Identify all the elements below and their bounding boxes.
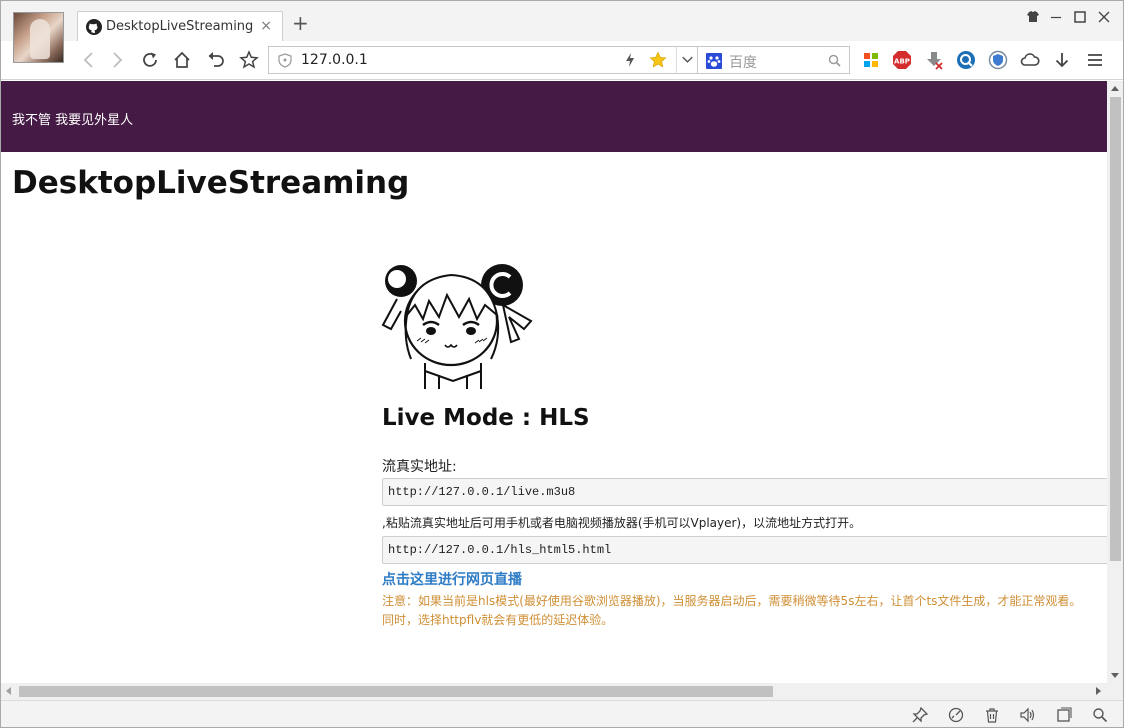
back-icon[interactable] [79, 50, 99, 70]
forward-icon[interactable] [107, 50, 127, 70]
page-viewport: 我不管 我要见外星人 DesktopLiveStreaming Live Mod… [1, 81, 1107, 683]
favorite-star-icon[interactable] [649, 51, 667, 69]
sound-icon[interactable] [1019, 707, 1035, 723]
shield-ext-icon[interactable] [988, 50, 1008, 70]
search-ext-icon[interactable] [956, 50, 976, 70]
home-icon[interactable] [172, 50, 192, 70]
chevron-down-icon[interactable] [676, 47, 698, 73]
player-hint-text: ,粘贴流真实地址后可用手机或者电脑视频播放器(手机可以Vplayer)，以流地址… [382, 516, 862, 530]
browser-window: DesktopLiveStreaming × + 127.0.0.1 百度 AB… [0, 0, 1124, 728]
horizontal-scrollbar[interactable] [1, 683, 1107, 700]
tab-strip: DesktopLiveStreaming × + [1, 1, 1123, 63]
scroll-left-arrow-icon[interactable] [6, 687, 11, 695]
scroll-down-arrow-icon[interactable] [1111, 673, 1119, 678]
navigation-toolbar: 127.0.0.1 百度 ABP [1, 41, 1123, 80]
search-icon[interactable] [828, 54, 841, 67]
status-bar [1, 700, 1123, 727]
mascot-girl-image [381, 264, 533, 389]
page-banner: 我不管 我要见外星人 [1, 81, 1107, 152]
tab-close-button[interactable]: × [260, 18, 272, 34]
apps-grid-icon[interactable] [861, 50, 881, 70]
bookmark-star-icon[interactable] [239, 50, 259, 70]
note-text-line-2: 同时，选择httpflv就会有更低的延迟体验。 [382, 613, 614, 627]
speed-icon[interactable] [948, 707, 964, 723]
window-icon[interactable] [1056, 707, 1072, 723]
baidu-paw-icon [706, 53, 722, 69]
url-input[interactable]: 127.0.0.1 [301, 52, 368, 68]
horizontal-scroll-thumb[interactable] [19, 686, 773, 697]
security-shield-icon [278, 53, 292, 68]
tab-desktoplivestreaming[interactable]: DesktopLiveStreaming × [77, 11, 283, 41]
address-bar[interactable]: 127.0.0.1 [268, 46, 698, 74]
menu-icon[interactable] [1085, 50, 1105, 70]
undo-icon[interactable] [206, 50, 226, 70]
scroll-right-arrow-icon[interactable] [1096, 687, 1101, 695]
skin-shirt-icon[interactable] [1025, 9, 1041, 25]
vertical-scroll-thumb[interactable] [1110, 97, 1121, 561]
search-input[interactable]: 百度 [729, 52, 757, 72]
web-live-link[interactable]: 点击这里进行网页直播 [382, 569, 522, 589]
reload-icon[interactable] [140, 50, 160, 70]
trash-icon[interactable] [984, 707, 1000, 723]
scroll-up-arrow-icon[interactable] [1111, 86, 1119, 91]
maximize-icon[interactable] [1072, 9, 1088, 25]
tab-title: DesktopLiveStreaming [106, 19, 254, 34]
download-icon[interactable] [1052, 50, 1072, 70]
vertical-scrollbar[interactable] [1107, 81, 1123, 683]
live-mode-heading: Live Mode : HLS [382, 405, 590, 431]
search-box[interactable]: 百度 [698, 46, 850, 74]
html5-url-box[interactable]: http://127.0.0.1/hls_html5.html [382, 536, 1107, 564]
new-tab-button[interactable]: + [292, 13, 309, 33]
zoom-icon[interactable] [1092, 707, 1108, 723]
svg-text:ABP: ABP [894, 58, 910, 66]
banner-text: 我不管 我要见外星人 [12, 113, 134, 128]
stream-url-label: 流真实地址: [382, 459, 457, 475]
adblock-icon[interactable]: ABP [892, 50, 912, 70]
user-avatar[interactable] [13, 12, 64, 63]
page-title: DesktopLiveStreaming [12, 165, 410, 201]
github-icon [86, 19, 102, 35]
cloud-icon[interactable] [1020, 50, 1040, 70]
pin-icon[interactable] [912, 707, 928, 723]
note-text-line-1: 注意：如果当前是hls模式(最好使用谷歌浏览器播放)，当服务器启动后，需要稍微等… [382, 594, 1082, 608]
minimize-icon[interactable] [1048, 9, 1064, 25]
scrollbar-corner [1107, 683, 1123, 700]
bolt-icon[interactable] [624, 52, 636, 68]
close-window-icon[interactable] [1096, 9, 1112, 25]
download-manager-icon[interactable] [924, 50, 944, 70]
stream-url-box[interactable]: http://127.0.0.1/live.m3u8 [382, 478, 1107, 506]
